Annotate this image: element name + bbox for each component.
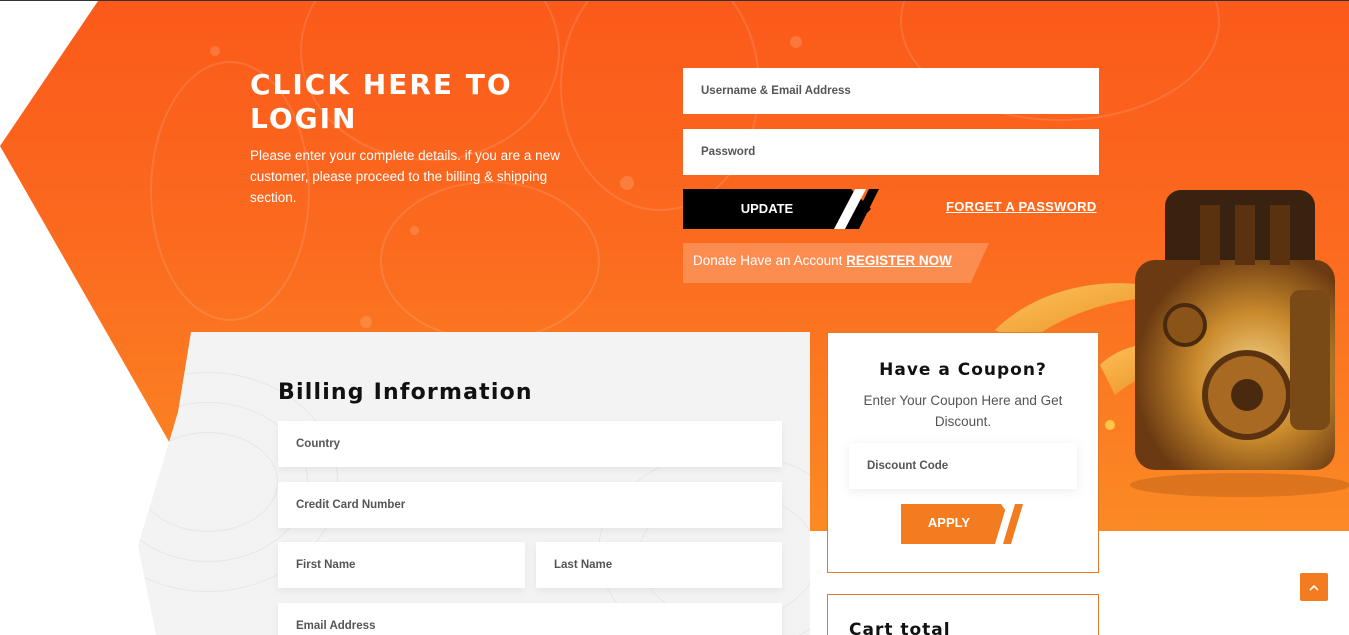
- forget-password-link[interactable]: FORGET A PASSWORD: [946, 199, 1097, 214]
- oil-drop-decoration: [620, 176, 634, 190]
- chevron-up-icon: [1309, 584, 1319, 591]
- register-prompt-text: Donate Have an Account: [693, 253, 843, 268]
- coupon-description: Enter Your Coupon Here and Get Discount.: [863, 393, 1063, 429]
- password-input[interactable]: [683, 129, 1099, 175]
- cart-total-title: Cart total: [849, 620, 951, 635]
- oil-drop-decoration: [360, 316, 372, 328]
- discount-code-input[interactable]: [849, 443, 1077, 489]
- login-description: Please enter your complete details. if y…: [250, 148, 560, 205]
- contour-pattern: [138, 432, 278, 532]
- top-border: [0, 0, 1349, 1]
- last-name-input[interactable]: [536, 542, 782, 588]
- oil-drop-decoration: [410, 226, 419, 235]
- oil-drop-decoration: [210, 46, 220, 56]
- update-button[interactable]: UPDATE: [683, 189, 883, 229]
- scroll-to-top-button[interactable]: [1300, 573, 1328, 601]
- update-button-label: UPDATE: [740, 201, 794, 216]
- register-prompt: Donate Have an Account REGISTER NOW: [693, 253, 952, 268]
- coupon-title: Have a Coupon?: [879, 360, 1047, 380]
- country-input[interactable]: [278, 421, 782, 467]
- apply-button[interactable]: APPLY: [901, 504, 1031, 544]
- login-title: CLICK HERE TO LOGIN: [250, 68, 513, 135]
- email-input[interactable]: [278, 603, 782, 635]
- oil-drop-decoration: [790, 36, 802, 48]
- register-now-link[interactable]: REGISTER NOW: [846, 253, 952, 268]
- first-name-input[interactable]: [278, 542, 525, 588]
- billing-title: Billing Information: [278, 380, 533, 405]
- apply-button-label: APPLY: [927, 515, 971, 530]
- username-email-input[interactable]: [683, 68, 1099, 114]
- credit-card-input[interactable]: [278, 482, 782, 528]
